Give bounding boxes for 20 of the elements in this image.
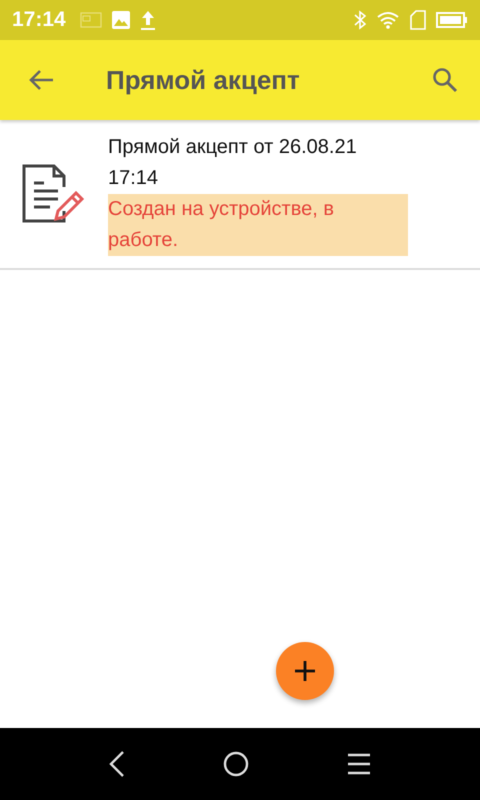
sd-card-icon — [410, 10, 426, 30]
upload-icon — [140, 10, 156, 30]
screen-title: Прямой акцепт — [106, 64, 301, 96]
document-status: Создан на устройстве, в работе. — [108, 194, 408, 256]
add-button[interactable] — [276, 642, 334, 700]
bluetooth-icon — [354, 10, 366, 30]
document-edit-icon — [22, 163, 86, 225]
image-icon — [112, 11, 130, 29]
plus-icon — [294, 660, 316, 682]
status-time: 17:14 — [12, 8, 66, 32]
search-button[interactable] — [432, 67, 458, 93]
sim-card-icon — [80, 12, 102, 28]
back-button[interactable] — [28, 69, 54, 91]
document-title: Прямой акцепт от 26.08.21 17:14 — [108, 135, 358, 191]
document-row[interactable]: Прямой акцепт от 26.08.21 17:14 Создан на устройстве, в работе. — [0, 120, 480, 270]
battery-icon — [436, 12, 468, 28]
back-nav-button[interactable] — [109, 751, 125, 777]
menu-button[interactable] — [347, 753, 371, 775]
wifi-icon — [376, 11, 400, 29]
home-button[interactable] — [223, 751, 249, 777]
